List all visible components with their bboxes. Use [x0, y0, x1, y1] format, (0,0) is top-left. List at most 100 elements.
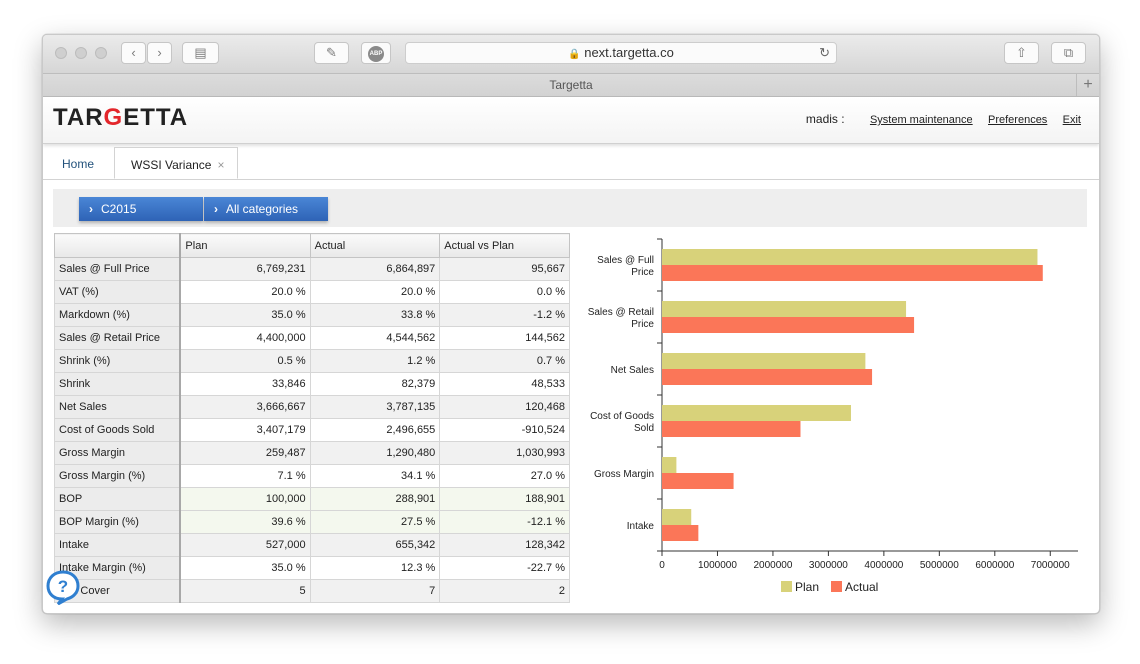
- svg-text:?: ?: [58, 577, 68, 596]
- diff-cell: -910,524: [439, 418, 570, 442]
- plan-cell: 33,846: [179, 372, 311, 396]
- back-button[interactable]: ‹: [121, 42, 146, 64]
- close-window-button[interactable]: [55, 47, 67, 59]
- help-button[interactable]: ?: [45, 569, 81, 606]
- actual-cell: 27.5 %: [309, 510, 441, 534]
- variance-bar-chart: Sales @ FullPriceSales @ RetailPriceNet …: [588, 238, 1078, 594]
- sidebar-toggle-button[interactable]: ▤: [182, 42, 219, 64]
- column-header[interactable]: Plan: [179, 233, 311, 258]
- filter-label: C2015: [101, 202, 137, 216]
- column-header: [54, 233, 182, 258]
- preferences-link[interactable]: Preferences: [988, 114, 1047, 126]
- table-row[interactable]: VAT (%) 20.0 % 20.0 % 0.0 %: [54, 280, 570, 304]
- category-label: Sales @ Retail: [588, 307, 654, 318]
- logo[interactable]: TARGETTA: [53, 104, 188, 132]
- table-row[interactable]: Sales @ Full Price 6,769,231 6,864,897 95,6…: [54, 257, 570, 281]
- filter-category[interactable]: › All categories: [204, 197, 328, 221]
- category-label: Intake: [627, 521, 655, 532]
- x-tick-label: 6000000: [975, 560, 1014, 571]
- plan-cell: 527,000: [179, 533, 311, 557]
- x-tick-label: 7000000: [1031, 560, 1070, 571]
- browser-window: ‹ › ▤ ✎ ABP 🔒 next.targetta.co ↻ ⇧ ⧉ Tar…: [42, 34, 1100, 614]
- column-header[interactable]: Actual: [309, 233, 441, 258]
- close-tab-icon[interactable]: ×: [217, 158, 224, 172]
- diff-cell: 27.0 %: [439, 464, 570, 488]
- diff-cell: 0.0 %: [439, 280, 570, 304]
- filter-label: All categories: [226, 202, 299, 216]
- actual-cell: 7: [309, 579, 441, 603]
- new-tab-button[interactable]: +: [1076, 74, 1099, 96]
- zoom-window-button[interactable]: [95, 47, 107, 59]
- adblock-button[interactable]: ABP: [361, 42, 391, 64]
- exit-link[interactable]: Exit: [1063, 114, 1081, 126]
- tabs-overview-button[interactable]: ⧉: [1051, 42, 1086, 64]
- table-row[interactable]: Intake Margin (%) 35.0 % 12.3 % -22.7 %: [54, 556, 570, 580]
- diff-cell: -22.7 %: [439, 556, 570, 580]
- row-label: BOP Margin (%): [54, 510, 182, 534]
- tab-home[interactable]: Home: [62, 147, 94, 179]
- actual-cell: 12.3 %: [309, 556, 441, 580]
- bar-actual: [662, 265, 1043, 281]
- table-row[interactable]: Flat Cover 5 7 2: [54, 579, 570, 603]
- category-label: Cost of Goods: [590, 411, 654, 422]
- table-row[interactable]: Shrink 33,846 82,379 48,533: [54, 372, 570, 396]
- x-tick-label: 2000000: [753, 560, 792, 571]
- chevron-right-icon: ›: [214, 202, 218, 216]
- forward-button[interactable]: ›: [147, 42, 172, 64]
- tab-wssi-variance[interactable]: WSSI Variance ×: [114, 147, 238, 179]
- logo-part: ETTA: [123, 104, 189, 131]
- row-label: Sales @ Retail Price: [54, 326, 182, 350]
- diff-cell: 0.7 %: [439, 349, 570, 373]
- address-bar[interactable]: 🔒 next.targetta.co ↻: [405, 42, 837, 64]
- diff-cell: 120,468: [439, 395, 570, 419]
- actual-cell: 34.1 %: [309, 464, 441, 488]
- table-row[interactable]: BOP Margin (%) 39.6 % 27.5 % -12.1 %: [54, 510, 570, 534]
- plan-cell: 35.0 %: [179, 303, 311, 327]
- table-header-row: Plan Actual Actual vs Plan: [54, 233, 570, 258]
- table-row[interactable]: Markdown (%) 35.0 % 33.8 % -1.2 %: [54, 303, 570, 327]
- browser-tab-title[interactable]: Targetta: [549, 78, 592, 92]
- table-row[interactable]: Cost of Goods Sold 3,407,179 2,496,655 -910…: [54, 418, 570, 442]
- diff-cell: 144,562: [439, 326, 570, 350]
- x-tick-label: 1000000: [698, 560, 737, 571]
- share-icon: ⇧: [1016, 45, 1027, 60]
- system-maintenance-link[interactable]: System maintenance: [870, 114, 973, 126]
- url-text: next.targetta.co: [584, 45, 674, 60]
- plan-cell: 3,666,667: [179, 395, 311, 419]
- row-label: Cost of Goods Sold: [54, 418, 182, 442]
- diff-cell: 1,030,993: [439, 441, 570, 465]
- table-row[interactable]: Net Sales 3,666,667 3,787,135 120,468: [54, 395, 570, 419]
- diff-cell: 188,901: [439, 487, 570, 511]
- variance-table-container[interactable]: Plan Actual Actual vs Plan Sales @ Full …: [54, 233, 570, 603]
- x-tick-label: 3000000: [809, 560, 848, 571]
- row-label: Shrink (%): [54, 349, 182, 373]
- logo-accent: G: [103, 104, 124, 131]
- help-icon: ?: [46, 570, 80, 606]
- table-row[interactable]: Sales @ Retail Price 4,400,000 4,544,562 14…: [54, 326, 570, 350]
- column-header[interactable]: Actual vs Plan: [439, 233, 570, 258]
- category-label: Price: [631, 267, 654, 278]
- chevron-right-icon: ›: [89, 202, 93, 216]
- table-row[interactable]: BOP 100,000 288,901 188,901: [54, 487, 570, 511]
- diff-cell: 2: [439, 579, 570, 603]
- table-row[interactable]: Gross Margin 259,487 1,290,480 1,030,993: [54, 441, 570, 465]
- bar-actual: [662, 369, 873, 385]
- table-row[interactable]: Gross Margin (%) 7.1 % 34.1 % 27.0 %: [54, 464, 570, 488]
- table-row[interactable]: Shrink (%) 0.5 % 1.2 % 0.7 %: [54, 349, 570, 373]
- reload-icon[interactable]: ↻: [819, 43, 830, 63]
- filter-season[interactable]: › C2015: [79, 197, 203, 221]
- actual-cell: 33.8 %: [309, 303, 441, 327]
- minimize-window-button[interactable]: [75, 47, 87, 59]
- diff-cell: 128,342: [439, 533, 570, 557]
- table-row[interactable]: Intake 527,000 655,342 128,342: [54, 533, 570, 557]
- diff-cell: 48,533: [439, 372, 570, 396]
- bar-actual: [662, 421, 801, 437]
- diff-cell: -12.1 %: [439, 510, 570, 534]
- tab-label: WSSI Variance: [131, 158, 212, 172]
- plan-cell: 259,487: [179, 441, 311, 465]
- share-button[interactable]: ⇧: [1004, 42, 1039, 64]
- user-menu: madis : System maintenance Preferences E…: [806, 112, 1081, 126]
- row-label: Gross Margin: [54, 441, 182, 465]
- actual-cell: 82,379: [309, 372, 441, 396]
- extension-button[interactable]: ✎: [314, 42, 349, 64]
